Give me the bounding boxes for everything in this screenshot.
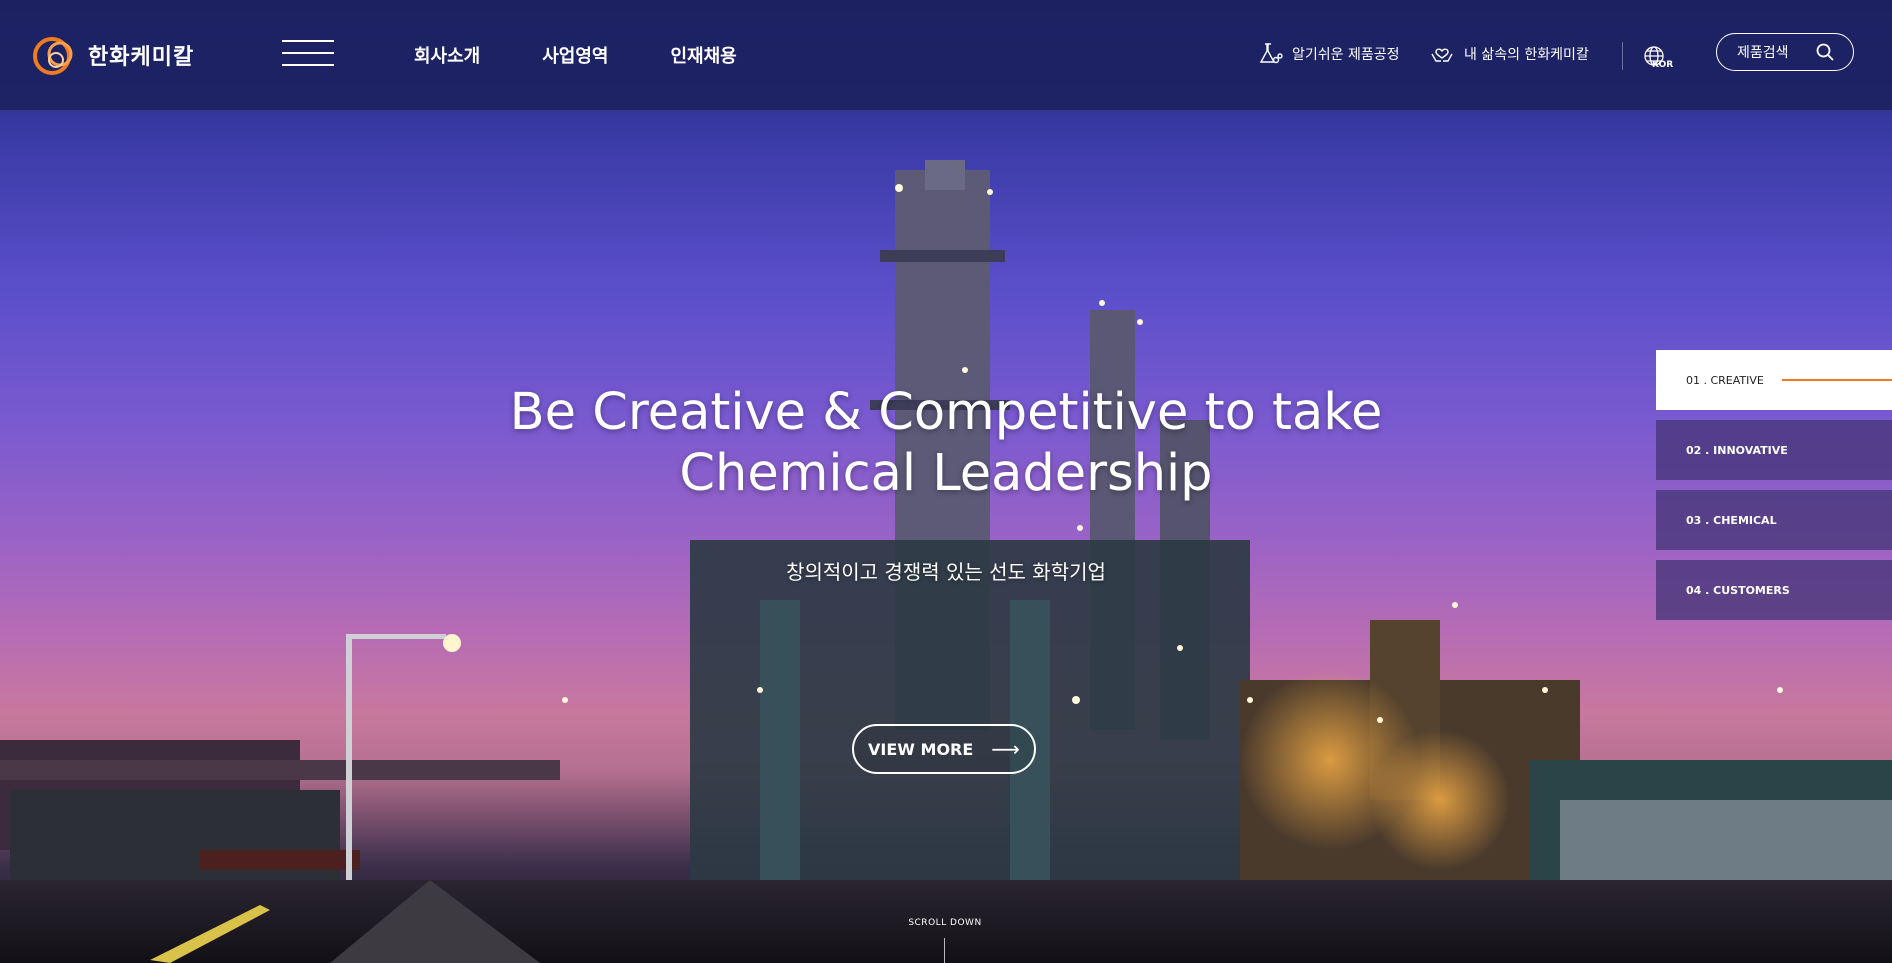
- product-process-label: 알기쉬운 제품공정: [1292, 47, 1400, 63]
- tab-innovative[interactable]: 02 . INNOVATIVE: [1656, 420, 1892, 480]
- language-selector[interactable]: KOR: [1642, 44, 1673, 70]
- search-icon: [1816, 43, 1834, 61]
- nav-item-company[interactable]: 회사소개: [414, 42, 480, 68]
- logo-text: 한화케미칼: [88, 45, 195, 70]
- tab-label: 02 . INNOVATIVE: [1686, 443, 1788, 457]
- hamburger-menu-button[interactable]: [282, 40, 334, 66]
- tab-chemical[interactable]: 03 . CHEMICAL: [1656, 490, 1892, 550]
- life-link[interactable]: 내 삶속의 한화케미칼: [1428, 40, 1589, 68]
- hero-headline: Be Creative & Competitive to take Chemic…: [466, 382, 1426, 504]
- logo[interactable]: 한화케미칼: [32, 30, 194, 80]
- site-header: 한화케미칼 회사소개 사업영역 인재채용 알기쉬운 제품공정 내 삶속의 한화케…: [0, 0, 1892, 110]
- nav-item-business[interactable]: 사업영역: [542, 42, 608, 68]
- product-search-label: 제품검색: [1737, 45, 1789, 61]
- scroll-down-line: [944, 938, 945, 963]
- logo-mark-icon: [33, 37, 73, 75]
- header-divider: [1622, 42, 1623, 70]
- scroll-down-link[interactable]: SCROLL DOWN: [880, 918, 1010, 928]
- tab-customers[interactable]: 04 . CUSTOMERS: [1656, 560, 1892, 620]
- nav-item-recruit[interactable]: 인재채용: [671, 42, 737, 68]
- slide-tabs: 01 . CREATIVE 02 . INNOVATIVE 03 . CHEMI…: [1656, 350, 1892, 630]
- product-process-link[interactable]: 알기쉬운 제품공정: [1256, 40, 1400, 68]
- life-label: 내 삶속의 한화케미칼: [1464, 47, 1589, 63]
- arrow-right-icon: ⟶: [991, 737, 1020, 761]
- active-tab-indicator: [1782, 379, 1892, 381]
- tab-creative[interactable]: 01 . CREATIVE: [1656, 350, 1892, 410]
- hero-headline-line1: Be Creative & Competitive to take: [509, 383, 1383, 442]
- hands-heart-icon: [1431, 48, 1453, 62]
- product-search-button[interactable]: 제품검색: [1716, 33, 1854, 71]
- main-nav: 회사소개 사업영역 인재채용: [414, 42, 737, 68]
- tab-label: 04 . CUSTOMERS: [1686, 583, 1790, 597]
- hamburger-icon: [282, 40, 334, 42]
- view-more-label: VIEW MORE: [868, 739, 974, 759]
- language-label: KOR: [1652, 60, 1674, 70]
- hero-subline: 창의적이고 경쟁력 있는 선도 화학기업: [786, 560, 1106, 584]
- flask-icon: [1259, 43, 1283, 64]
- tab-label: 01 . CREATIVE: [1686, 373, 1764, 387]
- hero-headline-line2: Chemical Leadership: [679, 444, 1213, 503]
- view-more-button[interactable]: VIEW MORE ⟶: [852, 724, 1036, 774]
- tab-label: 03 . CHEMICAL: [1686, 513, 1777, 527]
